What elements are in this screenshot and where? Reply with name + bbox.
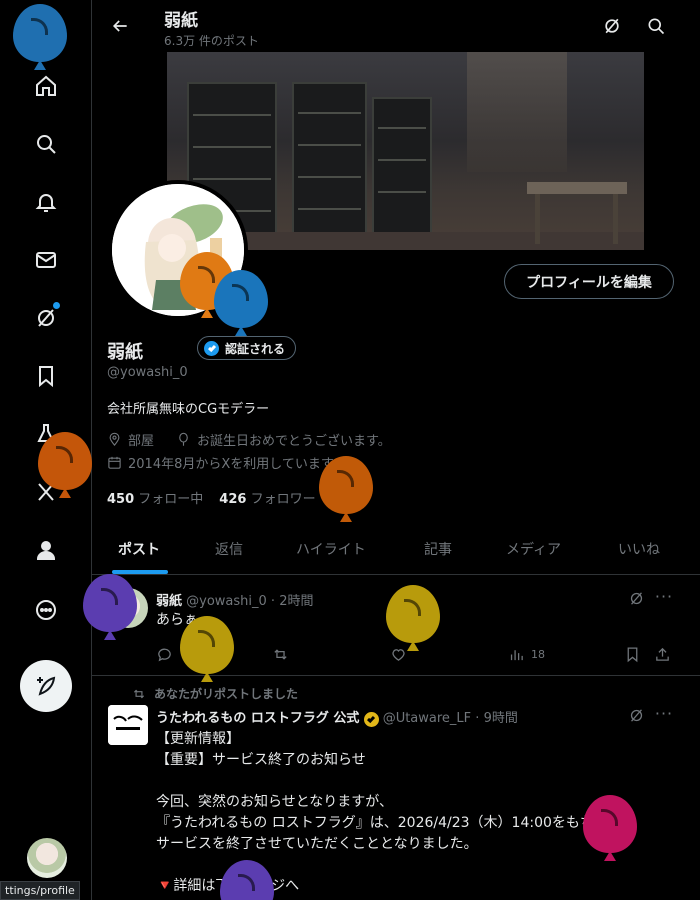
post-author-avatar[interactable]	[108, 705, 148, 745]
post-author-handle[interactable]: @Utaware_LF	[383, 711, 471, 726]
profile-meta-line: 部屋 お誕生日おめでとうございます。	[107, 430, 391, 449]
post-author-name[interactable]: うたわれるもの ロストフラグ 公式	[156, 711, 359, 726]
bookmarks-icon[interactable]	[26, 356, 66, 396]
more-options-icon[interactable]: ···	[654, 703, 674, 723]
balloon-icon	[319, 456, 373, 514]
header-post-count: 6.3万 件のポスト	[164, 34, 259, 48]
search-icon[interactable]	[644, 14, 668, 38]
following-link[interactable]: 450 フォロー中	[107, 488, 203, 507]
like-heart-icon[interactable]	[390, 646, 407, 663]
back-arrow-icon[interactable]	[106, 12, 134, 40]
post-time[interactable]: 2時間	[279, 594, 313, 609]
grok-icon[interactable]	[626, 705, 646, 725]
messages-envelope-icon[interactable]	[26, 240, 66, 280]
banner-floor	[227, 232, 644, 250]
profile-tabs: ポスト 返信 ハイライト 記事 メディア いいね	[92, 522, 700, 575]
post-author-name[interactable]: 弱紙	[156, 594, 182, 609]
profile-location: 部屋	[128, 434, 155, 449]
share-icon[interactable]	[654, 646, 671, 663]
banner-bookshelf	[372, 97, 432, 247]
repost-label: あなたがリポストしました	[154, 687, 299, 701]
banner-bookshelf	[292, 82, 367, 250]
tab-likes[interactable]: いいね	[618, 539, 660, 559]
tab-posts[interactable]: ポスト	[118, 539, 160, 559]
post-header: うたわれるもの ロストフラグ 公式 @Utaware_LF · 9時間	[156, 711, 518, 727]
balloon-icon	[214, 270, 268, 328]
profile-joined: 2014年8月からXを利用しています	[128, 457, 334, 472]
followers-label: フォロワー	[250, 492, 316, 507]
desk-leg	[613, 194, 618, 244]
profile-person-icon[interactable]	[26, 530, 66, 570]
more-options-icon[interactable]	[26, 590, 66, 630]
active-tab-indicator	[112, 570, 168, 574]
profile-birthday: お誕生日おめでとうございます。	[197, 434, 391, 449]
home-icon[interactable]	[26, 66, 66, 106]
profile-bio: 会社所属無味のCGモデラー	[107, 402, 270, 417]
followers-link[interactable]: 426 フォロワー	[219, 488, 315, 507]
following-label: フォロー中	[138, 492, 204, 507]
balloon-icon	[38, 432, 92, 490]
birthday-balloon-icon	[179, 432, 188, 446]
edit-profile-button[interactable]: プロフィールを編集	[504, 264, 674, 299]
get-verified-button[interactable]: 認証される	[197, 336, 297, 360]
banner-window	[467, 52, 567, 172]
repost-icon	[133, 689, 145, 698]
tab-articles[interactable]: 記事	[424, 539, 452, 559]
views-count-label: 18	[531, 648, 545, 661]
post-author-handle[interactable]: @yowashi_0	[186, 594, 267, 609]
tab-media[interactable]: メディア	[506, 539, 561, 559]
verified-badge-icon	[204, 340, 219, 356]
search-icon[interactable]	[26, 124, 66, 164]
tab-highlights[interactable]: ハイライト	[296, 539, 366, 559]
location-pin-icon	[109, 432, 120, 447]
balloon-icon	[13, 4, 67, 62]
banner-desk	[527, 182, 627, 194]
grok-icon[interactable]	[600, 14, 624, 38]
profile-joined-line: 2014年8月からXを利用しています ›	[107, 453, 345, 472]
grok-icon[interactable]	[626, 588, 646, 608]
post-item[interactable]: あなたがリポストしました うたわれるもの ロストフラグ 公式 @Utaware_…	[92, 677, 700, 900]
post-time[interactable]: 9時間	[484, 711, 518, 726]
account-avatar[interactable]	[27, 838, 67, 878]
balloon-icon	[386, 585, 440, 643]
repost-icon[interactable]	[272, 646, 289, 663]
profile-display-name: 弱紙	[107, 342, 143, 363]
compose-post-button[interactable]	[20, 660, 72, 712]
grok-icon[interactable]	[26, 298, 66, 338]
followers-count: 426	[219, 492, 247, 507]
verify-label: 認証される	[225, 341, 286, 356]
repost-indicator: あなたがリポストしました	[132, 685, 298, 702]
balloon-icon	[83, 574, 137, 632]
follow-stats: 450 フォロー中 426 フォロワー	[107, 488, 316, 507]
tab-replies[interactable]: 返信	[215, 539, 243, 559]
desk-leg	[535, 194, 540, 244]
calendar-icon	[108, 456, 121, 469]
following-count: 450	[107, 492, 135, 507]
views-chart-icon	[510, 650, 523, 661]
bookmark-icon[interactable]	[624, 646, 641, 663]
views-count[interactable]: 18	[508, 646, 545, 663]
profile-handle: @yowashi_0	[107, 365, 188, 380]
post-header: 弱紙 @yowashi_0 · 2時間	[156, 594, 314, 609]
header-title: 弱紙	[164, 11, 198, 31]
notification-dot	[53, 302, 60, 309]
profile-header: 弱紙 6.3万 件のポスト	[92, 0, 700, 52]
reply-icon[interactable]	[156, 646, 173, 663]
balloon-icon	[180, 616, 234, 674]
verified-organization-badge-icon	[363, 711, 379, 727]
status-bar-url: ttings/profile	[0, 881, 80, 900]
more-options-icon[interactable]: ···	[654, 586, 674, 606]
notifications-bell-icon[interactable]	[26, 182, 66, 222]
balloon-icon	[583, 795, 637, 853]
